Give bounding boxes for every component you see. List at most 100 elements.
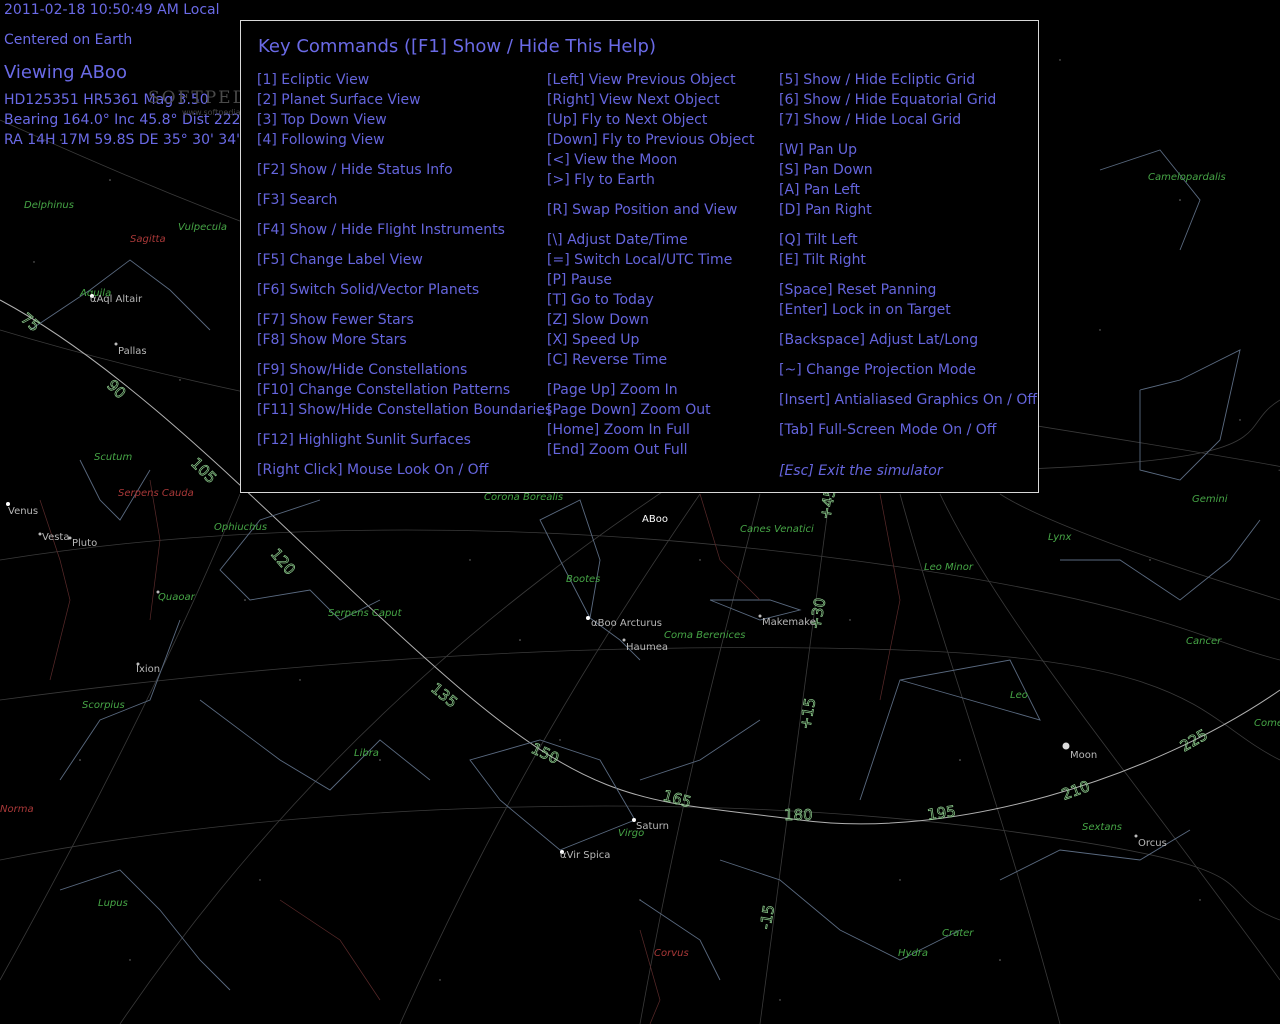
cmd-go-today: [T] Go to Today bbox=[547, 292, 654, 308]
svg-text:αVir Spica: αVir Spica bbox=[560, 850, 610, 861]
cmd-following-view: [4] Following View bbox=[257, 132, 385, 148]
cmd-lock-target: [Enter] Lock in on Target bbox=[779, 302, 951, 318]
cmd-search: [F3] Search bbox=[257, 192, 338, 208]
cmd-exit-simulator: [Esc] Exit the simulator bbox=[779, 463, 943, 479]
svg-text:-15: -15 bbox=[756, 903, 778, 930]
cmd-view-moon: [<] View the Moon bbox=[547, 152, 678, 168]
svg-text:90: 90 bbox=[103, 376, 129, 402]
svg-text:Gemini: Gemini bbox=[1192, 494, 1228, 505]
svg-text:195: 195 bbox=[926, 802, 957, 824]
svg-text:Venus: Venus bbox=[8, 506, 38, 517]
svg-text:Haumea: Haumea bbox=[626, 642, 668, 653]
svg-text:Camelopardalis: Camelopardalis bbox=[1148, 172, 1226, 183]
cmd-ecliptic-grid: [5] Show / Hide Ecliptic Grid bbox=[779, 72, 976, 88]
cmd-status-info: [F2] Show / Hide Status Info bbox=[257, 162, 453, 178]
cmd-adjust-lat-long: [Backspace] Adjust Lat/Long bbox=[779, 332, 979, 348]
cmd-pan-down: [S] Pan Down bbox=[779, 162, 873, 178]
svg-text:Sagitta: Sagitta bbox=[130, 234, 166, 245]
cmd-fly-next-object: [Up] Fly to Next Object bbox=[547, 112, 708, 128]
svg-text:Orcus: Orcus bbox=[1138, 838, 1167, 849]
cmd-flight-instruments: [F4] Show / Hide Flight Instruments bbox=[257, 222, 505, 238]
svg-text:225: 225 bbox=[1177, 726, 1211, 756]
cmd-pan-up: [W] Pan Up bbox=[779, 142, 858, 158]
cmd-fewer-stars: [F7] Show Fewer Stars bbox=[257, 312, 414, 328]
cmd-planet-surface-view: [2] Planet Surface View bbox=[257, 92, 421, 108]
svg-text:180: 180 bbox=[784, 806, 813, 824]
status-datetime: 2011-02-18 10:50:49 AM Local bbox=[4, 2, 220, 18]
cmd-sunlit-surfaces: [F12] Highlight Sunlit Surfaces bbox=[257, 432, 471, 448]
svg-text:Sextans: Sextans bbox=[1082, 822, 1122, 833]
cmd-projection-mode: [~] Change Projection Mode bbox=[779, 362, 976, 378]
cmd-top-down-view: [3] Top Down View bbox=[257, 112, 387, 128]
svg-text:Vulpecula: Vulpecula bbox=[178, 222, 227, 233]
svg-text:Vesta: Vesta bbox=[42, 532, 69, 543]
svg-text:Serpens Cauda: Serpens Cauda bbox=[118, 488, 194, 499]
cmd-reset-panning: [Space] Reset Panning bbox=[779, 282, 937, 298]
svg-text:Scutum: Scutum bbox=[94, 452, 132, 463]
key-commands-help-panel: Key Commands ([F1] Show / Hide This Help… bbox=[240, 20, 1039, 493]
cmd-previous-object: [Left] View Previous Object bbox=[547, 72, 736, 88]
svg-text:Corvus: Corvus bbox=[654, 948, 689, 959]
svg-text:Norma: Norma bbox=[0, 804, 34, 815]
star-altair: αAql Altair bbox=[90, 294, 143, 305]
cmd-zoom-in-full: [Home] Zoom In Full bbox=[547, 422, 690, 438]
cmd-antialiased: [Insert] Antialiased Graphics On / Off bbox=[779, 392, 1037, 408]
svg-text:Quaoar: Quaoar bbox=[158, 592, 196, 603]
cmd-speed-up: [X] Speed Up bbox=[547, 332, 640, 348]
status-coords: RA 14H 17M 59.8S DE 35° 30' 34" bbox=[4, 132, 243, 148]
cmd-constellation-boundaries: [F11] Show/Hide Constellation Boundaries bbox=[257, 402, 553, 418]
svg-text:Ixion: Ixion bbox=[136, 664, 160, 675]
object-pluto: Pluto bbox=[68, 536, 97, 549]
svg-text:135: 135 bbox=[427, 679, 461, 711]
cmd-equatorial-grid: [6] Show / Hide Equatorial Grid bbox=[779, 92, 997, 108]
svg-text:Makemake: Makemake bbox=[762, 617, 816, 628]
svg-text:105: 105 bbox=[187, 454, 220, 487]
status-viewing: Viewing ABoo bbox=[4, 62, 127, 83]
svg-text:Corona Borealis: Corona Borealis bbox=[484, 492, 563, 503]
cmd-local-grid: [7] Show / Hide Local Grid bbox=[779, 112, 962, 128]
cmd-pause: [P] Pause bbox=[547, 272, 612, 288]
help-title: Key Commands ([F1] Show / Hide This Help… bbox=[258, 36, 656, 57]
svg-text:Cancer: Cancer bbox=[1186, 636, 1222, 647]
svg-text:Moon: Moon bbox=[1070, 750, 1097, 761]
object-pallas: Pallas bbox=[114, 342, 147, 357]
svg-text:Coma Berenices: Coma Berenices bbox=[664, 630, 745, 641]
svg-text:Pluto: Pluto bbox=[72, 538, 97, 549]
cmd-swap-position: [R] Swap Position and View bbox=[547, 202, 738, 218]
cmd-pan-left: [A] Pan Left bbox=[779, 182, 861, 198]
svg-text:Lynx: Lynx bbox=[1048, 532, 1071, 543]
cmd-tilt-right: [E] Tilt Right bbox=[779, 252, 866, 268]
cmd-zoom-out-full: [End] Zoom Out Full bbox=[547, 442, 688, 458]
svg-text:Leo: Leo bbox=[1010, 690, 1028, 701]
object-vesta: Vesta bbox=[38, 532, 69, 543]
svg-text:Come: Come bbox=[1254, 718, 1280, 729]
cmd-label-view: [F5] Change Label View bbox=[257, 252, 423, 268]
cmd-fly-previous-object: [Down] Fly to Previous Object bbox=[547, 132, 755, 148]
cmd-constellation-patterns: [F10] Change Constellation Patterns bbox=[257, 382, 511, 398]
svg-text:Lupus: Lupus bbox=[98, 898, 128, 909]
object-haumea: Haumea bbox=[622, 638, 668, 653]
planet-venus: Venus bbox=[6, 502, 38, 517]
cmd-reverse-time: [C] Reverse Time bbox=[547, 352, 668, 368]
svg-text:120: 120 bbox=[267, 545, 299, 579]
cmd-zoom-out: [Page Down] Zoom Out bbox=[547, 402, 711, 418]
object-orcus: Orcus bbox=[1134, 834, 1167, 849]
cmd-tilt-left: [Q] Tilt Left bbox=[779, 232, 858, 248]
cmd-pan-right: [D] Pan Right bbox=[779, 202, 872, 218]
object-ixion: Ixion bbox=[136, 662, 160, 675]
cmd-fly-to-earth: [>] Fly to Earth bbox=[547, 172, 655, 188]
cmd-next-object: [Right] View Next Object bbox=[547, 92, 720, 108]
svg-text:Pallas: Pallas bbox=[118, 346, 147, 357]
svg-text:150: 150 bbox=[528, 739, 562, 767]
svg-text:Crater: Crater bbox=[942, 928, 974, 939]
cmd-zoom-in: [Page Up] Zoom In bbox=[547, 382, 678, 398]
svg-text:Bootes: Bootes bbox=[566, 574, 600, 585]
svg-text:Delphinus: Delphinus bbox=[24, 200, 74, 211]
svg-text:Serpens Caput: Serpens Caput bbox=[328, 608, 403, 619]
star-aboo: ABoo bbox=[642, 514, 668, 525]
cmd-adjust-datetime: [\] Adjust Date/Time bbox=[547, 232, 688, 248]
svg-text:αAql Altair: αAql Altair bbox=[90, 294, 143, 305]
svg-text:Saturn: Saturn bbox=[636, 821, 669, 832]
object-quaoar: Quaoar bbox=[156, 590, 196, 603]
moon: Moon bbox=[1062, 742, 1097, 761]
